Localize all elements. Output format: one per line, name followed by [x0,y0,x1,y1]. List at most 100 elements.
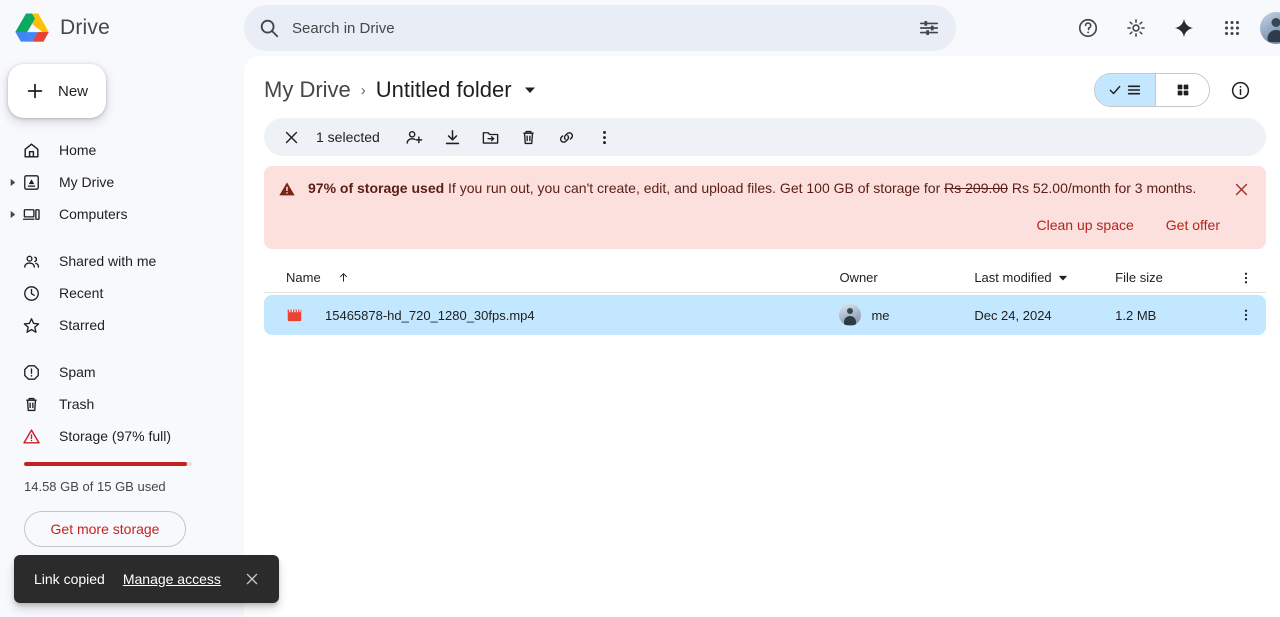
table-row[interactable]: 15465878-hd_720_1280_30fps.mp4 me Dec 24… [264,295,1266,335]
list-view-icon [1126,82,1142,98]
sidebar-item-storage[interactable]: Storage (97% full) [0,420,228,452]
column-header-name[interactable]: Name [286,270,839,285]
copy-link-button[interactable] [548,118,586,156]
column-header-last-modified[interactable]: Last modified [974,270,1115,285]
sidebar-divider [0,230,244,245]
move-to-folder-button[interactable] [472,118,510,156]
sidebar-item-spam[interactable]: Spam [0,356,228,388]
avatar[interactable] [1260,12,1280,44]
view-toggle [1094,73,1210,107]
breadcrumb: My Drive › Untitled folder [264,77,536,103]
list-view-button[interactable] [1095,74,1155,106]
column-header-file-size[interactable]: File size [1115,270,1234,285]
link-icon [557,128,576,147]
chevron-down-icon[interactable] [524,84,536,96]
sidebar-item-home[interactable]: Home [0,134,228,166]
arrow-up-icon [337,271,350,284]
manage-access-link[interactable]: Manage access [123,571,221,587]
grid-view-button[interactable] [1155,74,1209,106]
column-header-name-label: Name [286,270,321,285]
sidebar-item-label: Recent [59,285,104,301]
remove-button[interactable] [510,118,548,156]
chevron-down-icon [1058,273,1068,283]
plus-icon [24,80,46,102]
more-actions-button[interactable] [586,118,624,156]
breadcrumb-root[interactable]: My Drive [264,77,351,103]
owner-avatar [839,304,862,326]
sidebar-nav: Home My Drive Computers Shared with me R… [0,134,244,547]
get-offer-button[interactable]: Get offer [1156,211,1230,239]
banner-new-price: Rs 52.00/month for 3 months. [1011,180,1197,196]
table-options-button[interactable] [1234,270,1258,286]
gear-icon[interactable] [1116,8,1156,48]
chevron-right-icon[interactable] [7,177,17,187]
sidebar-item-label: My Drive [59,174,115,190]
banner-text: 97% of storage used If you run out, you … [308,178,1196,199]
spam-icon [22,363,41,382]
download-button[interactable] [434,118,472,156]
sidebar-item-trash[interactable]: Trash [0,388,228,420]
banner-close-button[interactable] [1226,174,1256,204]
sidebar-item-starred[interactable]: Starred [0,309,228,341]
trash-icon [22,395,41,414]
apps-grid-icon[interactable] [1212,8,1252,48]
help-icon[interactable] [1068,8,1108,48]
brand[interactable]: Drive [0,12,232,44]
sidebar-item-label: Starred [59,317,105,333]
file-size: 1.2 MB [1115,307,1157,323]
toast-message: Link copied [34,571,105,587]
computers-icon [22,205,41,224]
sidebar-item-computers[interactable]: Computers [0,198,228,230]
sidebar: New Home My Drive Computers Shared with … [0,56,244,617]
more-vert-icon [1238,307,1254,323]
selection-count: 1 selected [316,129,380,145]
storage-warning-icon [22,427,41,446]
get-more-storage-button[interactable]: Get more storage [24,511,186,547]
view-controls [1094,70,1268,110]
main-content: My Drive › Untitled folder 1 selected 97… [244,56,1280,617]
download-icon [443,128,462,147]
share-button[interactable] [396,118,434,156]
search-bar[interactable]: Search in Drive [244,5,956,51]
sidebar-item-label: Trash [59,396,95,412]
sidebar-item-shared-with-me[interactable]: Shared with me [0,245,228,277]
sidebar-item-my-drive[interactable]: My Drive [0,166,228,198]
column-header-last-modified-label: Last modified [974,270,1052,285]
file-owner: me [871,307,890,323]
breadcrumb-separator: › [360,81,366,99]
banner-old-price: Rs 209.00 [944,180,1008,196]
more-vert-icon [1238,270,1254,286]
banner-actions: Clean up space Get offer [278,211,1252,239]
column-header-owner[interactable]: Owner [839,270,974,285]
storage-progress-bar [24,462,192,466]
breadcrumb-current[interactable]: Untitled folder [376,77,512,103]
top-bar-actions [1068,8,1280,48]
toast-close-button[interactable] [239,566,265,592]
clear-selection-button[interactable] [272,118,310,156]
file-modified: Dec 24, 2024 [974,307,1052,323]
search-options-icon[interactable] [918,17,940,39]
clean-up-space-button[interactable]: Clean up space [1026,211,1143,239]
row-more-button[interactable] [1234,307,1258,323]
sidebar-item-label: Shared with me [59,253,157,269]
info-icon[interactable] [1220,70,1260,110]
search-input[interactable]: Search in Drive [292,20,906,37]
file-table: Name Owner Last modified File size 15465… [264,263,1266,335]
new-button[interactable]: New [8,64,106,118]
brand-name: Drive [60,16,111,39]
people-icon [22,252,41,271]
sparkle-icon[interactable] [1164,8,1204,48]
table-header: Name Owner Last modified File size [264,263,1266,293]
search-container: Search in Drive [244,5,956,51]
move-to-folder-icon [481,128,500,147]
sidebar-item-label: Computers [59,206,128,222]
banner-body: If you run out, you can't create, edit, … [448,180,941,196]
sidebar-item-recent[interactable]: Recent [0,277,228,309]
file-owner-cell: me [839,304,974,326]
main-header: My Drive › Untitled folder [244,56,1280,116]
star-icon [22,316,41,335]
close-icon [244,571,260,587]
person-add-icon [405,128,424,147]
chevron-right-icon[interactable] [7,209,17,219]
sidebar-divider [0,341,244,356]
